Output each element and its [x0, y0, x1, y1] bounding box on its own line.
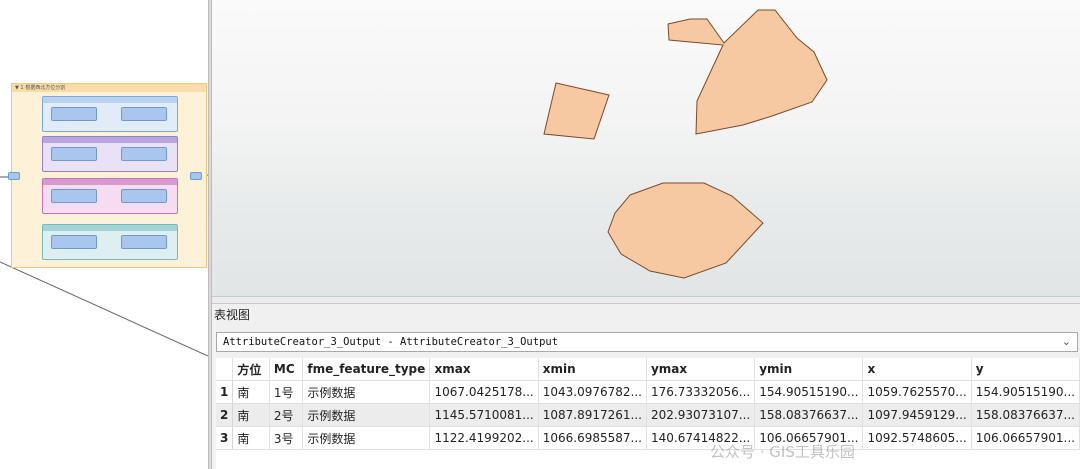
table-header-row: 方位 MC fme_feature_type xmax xmin ymax ym… — [216, 358, 1080, 381]
geometry-viewer[interactable] — [212, 0, 1080, 296]
table-cell[interactable]: 示例数据 — [302, 403, 431, 427]
lane-3[interactable] — [42, 178, 178, 214]
row-number-header — [216, 358, 234, 381]
workflow-canvas[interactable]: ▼ 1 根据西北方位分割 — [0, 0, 208, 469]
lane-2[interactable] — [42, 136, 178, 172]
table-cell[interactable]: 示例数据 — [302, 426, 431, 450]
table-cell[interactable]: 154.90515190... — [971, 380, 1080, 404]
column-header[interactable]: xmin — [538, 358, 647, 381]
table-cell[interactable]: 南 — [232, 426, 270, 450]
table-cell[interactable]: 南 — [232, 380, 270, 404]
lane-1[interactable] — [42, 96, 178, 132]
column-header[interactable]: xmax — [429, 358, 539, 381]
transformer-node[interactable] — [51, 147, 97, 161]
table-row-selected[interactable]: 2 南 2号 示例数据 1145.5710081... 1087.8917261… — [216, 403, 1080, 427]
table-cell[interactable]: 1066.6985587... — [538, 426, 647, 450]
table-cell[interactable]: 1122.4199202... — [429, 426, 539, 450]
column-header[interactable]: 方位 — [232, 358, 270, 381]
bookmark-title: ▼ 1 根据西北方位分割 — [12, 84, 206, 92]
transformer-node[interactable] — [121, 107, 167, 121]
watermark: 公众号 · GIS工具乐园 — [710, 443, 855, 461]
column-header[interactable]: MC — [269, 358, 304, 381]
transformer-node[interactable] — [121, 147, 167, 161]
output-port[interactable] — [190, 172, 202, 180]
table-cell[interactable]: 1043.0976782... — [538, 380, 647, 404]
polygon-feature-3 — [607, 182, 764, 279]
transformer-node[interactable] — [121, 189, 167, 203]
table-cell[interactable]: 1097.9459129... — [862, 403, 972, 427]
lane-4[interactable] — [42, 224, 178, 260]
transformer-node[interactable] — [51, 107, 97, 121]
transformer-node[interactable] — [121, 235, 167, 249]
selector-value: AttributeCreator_3_Output - AttributeCre… — [223, 336, 559, 348]
row-number[interactable]: 2 — [216, 403, 234, 427]
horizontal-splitter[interactable] — [212, 296, 1080, 304]
polygon-layer — [543, 9, 828, 279]
table-cell[interactable]: 1号 — [269, 380, 304, 404]
column-header[interactable]: ymin — [754, 358, 864, 381]
chevron-down-icon[interactable]: ⌄ — [1062, 335, 1071, 348]
table-cell[interactable]: 1092.5748605... — [862, 426, 972, 450]
table-cell[interactable]: 示例数据 — [302, 380, 431, 404]
polygon-feature-2 — [543, 82, 610, 140]
column-header[interactable]: x — [862, 358, 972, 381]
table-cell[interactable]: 158.08376637... — [754, 403, 864, 427]
table-cell[interactable]: 1087.8917261... — [538, 403, 647, 427]
table-cell[interactable]: 158.08376637... — [971, 403, 1080, 427]
table-cell[interactable]: 202.93073107... — [646, 403, 756, 427]
table-row[interactable]: 3 南 3号 示例数据 1122.4199202... 1066.6985587… — [216, 426, 1080, 450]
table-cell[interactable]: 106.06657901... — [971, 426, 1080, 450]
panel-title: 表视图 — [214, 308, 251, 322]
table-cell[interactable]: 南 — [232, 403, 270, 427]
input-port[interactable] — [8, 172, 20, 180]
table-cell[interactable]: 154.90515190... — [754, 380, 864, 404]
table-cell[interactable]: 176.73332056... — [646, 380, 756, 404]
table-cell[interactable]: 3号 — [269, 426, 304, 450]
row-number[interactable]: 3 — [216, 426, 234, 450]
table-cell[interactable]: 2号 — [269, 403, 304, 427]
table-row[interactable]: 1 南 1号 示例数据 1067.0425178... 1043.0976782… — [216, 380, 1080, 404]
column-header[interactable]: ymax — [646, 358, 756, 381]
attribute-table[interactable]: 方位 MC fme_feature_type xmax xmin ymax ym… — [216, 358, 1080, 469]
bookmark-group[interactable]: ▼ 1 根据西北方位分割 — [8, 83, 207, 268]
polygon-feature-1 — [667, 9, 828, 135]
table-cell[interactable]: 1145.5710081... — [429, 403, 539, 427]
column-header[interactable]: y — [971, 358, 1080, 381]
transformer-node[interactable] — [51, 189, 97, 203]
feature-type-selector[interactable]: AttributeCreator_3_Output - AttributeCre… — [216, 332, 1078, 352]
table-view-panel: 表视图 AttributeCreator_3_Output - Attribut… — [212, 304, 1080, 469]
row-number[interactable]: 1 — [216, 380, 234, 404]
table-cell[interactable]: 1059.7625570... — [862, 380, 972, 404]
transformer-node[interactable] — [51, 235, 97, 249]
column-header[interactable]: fme_feature_type — [302, 358, 431, 381]
table-cell[interactable]: 1067.0425178... — [429, 380, 539, 404]
